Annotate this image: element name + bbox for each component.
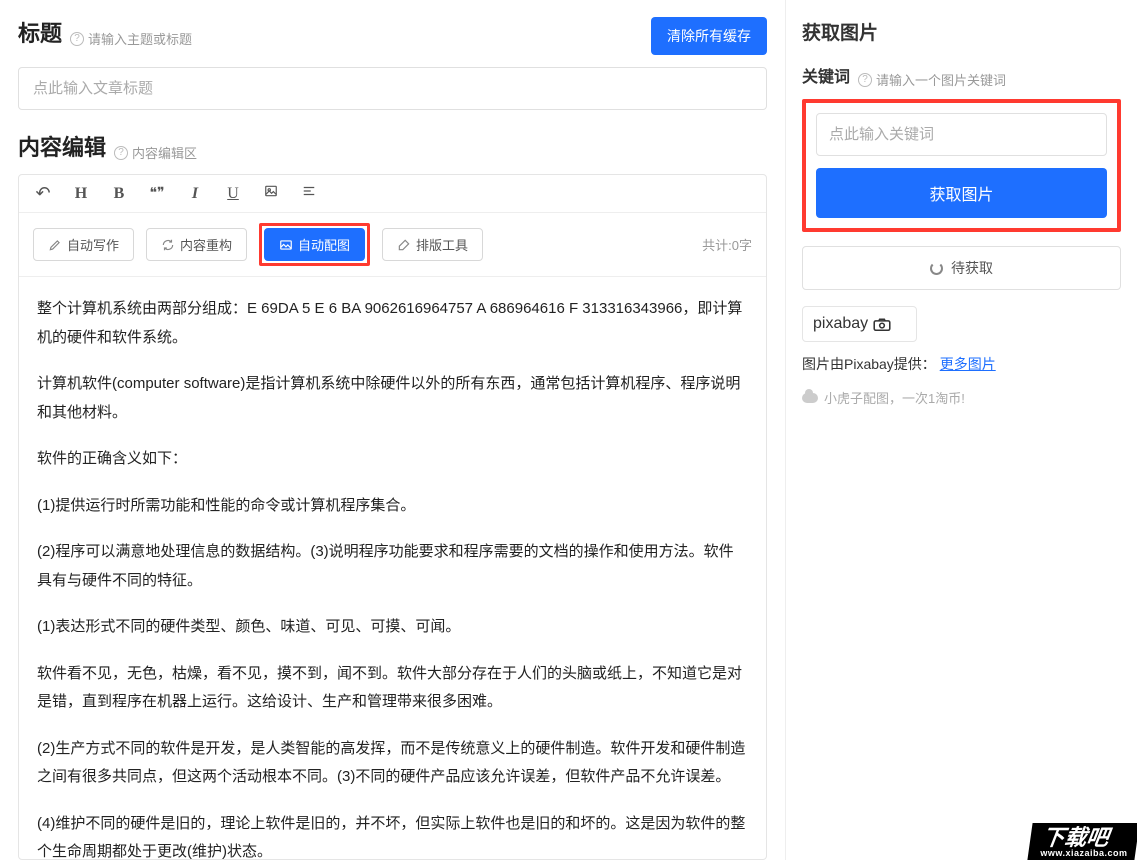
align-icon[interactable] — [299, 184, 319, 203]
keyword-highlight-box: 获取图片 — [802, 99, 1121, 232]
spinner-icon — [930, 262, 943, 275]
content-paragraph: (2)程序可以满意地处理信息的数据结构。(3)说明程序功能要求和程序需要的文档的… — [37, 538, 748, 595]
pencil-icon — [48, 238, 62, 252]
watermark: 下载吧 www.xiazaiba.com — [1027, 823, 1137, 860]
help-icon: ? — [114, 146, 128, 160]
layout-tools-label: 排版工具 — [416, 235, 468, 254]
watermark-sub: www.xiazaiba.com — [1040, 849, 1127, 858]
image-plus-icon — [279, 238, 293, 252]
content-paragraph: 软件的正确含义如下： — [37, 445, 748, 474]
image-credit: 图片由Pixabay提供： 更多图片 — [802, 354, 1121, 374]
content-restructure-label: 内容重构 — [180, 235, 232, 254]
keyword-heading: 关键词 — [802, 63, 850, 87]
title-hint-text: 请输入主题或标题 — [88, 29, 192, 48]
right-heading: 获取图片 — [802, 18, 1121, 45]
content-hint: ? 内容编辑区 — [114, 143, 197, 162]
auto-image-highlight: 自动配图 — [259, 223, 370, 266]
undo-icon[interactable]: ↶ — [33, 183, 53, 204]
content-hint-text: 内容编辑区 — [132, 143, 197, 162]
camera-icon — [872, 317, 892, 331]
auto-write-button[interactable]: 自动写作 — [33, 228, 134, 261]
layout-tools-button[interactable]: 排版工具 — [382, 228, 483, 261]
content-heading: 内容编辑 — [18, 130, 106, 162]
quote-button[interactable]: ❝❞ — [147, 185, 167, 202]
help-icon: ? — [858, 73, 872, 87]
content-paragraph: (2)生产方式不同的软件是开发，是人类智能的高发挥，而不是传统意义上的硬件制造。… — [37, 735, 748, 792]
keyword-hint-text: 请输入一个图片关键词 — [876, 70, 1006, 89]
image-icon[interactable] — [261, 184, 281, 203]
refresh-icon — [161, 238, 175, 252]
pending-label: 待获取 — [951, 258, 993, 278]
clear-cache-button[interactable]: 清除所有缓存 — [651, 17, 767, 55]
footer-note-text: 小虎子配图，一次1淘币! — [824, 388, 965, 407]
format-toolbar: ↶ H B ❝❞ I U — [19, 175, 766, 213]
auto-image-button[interactable]: 自动配图 — [264, 228, 365, 261]
content-paragraph: 整个计算机系统由两部分组成：E 69DA 5 E 6 BA 9062616964… — [37, 295, 748, 352]
underline-button[interactable]: U — [223, 185, 243, 203]
auto-write-label: 自动写作 — [67, 235, 119, 254]
keyword-heading-row: 关键词 ? 请输入一个图片关键词 — [802, 63, 1121, 89]
header-format-button[interactable]: H — [71, 185, 91, 203]
watermark-main: 下载吧 — [1041, 825, 1111, 850]
word-count: 共计:0字 — [702, 235, 752, 254]
cloud-icon — [802, 393, 818, 403]
editor-panel: ↶ H B ❝❞ I U 自动写作 内容重构 — [18, 174, 767, 860]
action-toolbar: 自动写作 内容重构 自动配图 排版工具 共计:0字 — [19, 213, 766, 277]
title-input[interactable] — [18, 67, 767, 110]
content-paragraph: (4)维护不同的硬件是旧的，理论上软件是旧的，并不坏，但实际上软件也是旧的和坏的… — [37, 810, 748, 860]
tools-icon — [397, 238, 411, 252]
main-panel: 标题 ? 请输入主题或标题 清除所有缓存 内容编辑 ? 内容编辑区 ↶ H B … — [0, 0, 785, 860]
keyword-hint: ? 请输入一个图片关键词 — [858, 70, 1006, 89]
content-heading-row: 内容编辑 ? 内容编辑区 — [18, 130, 767, 162]
auto-image-label: 自动配图 — [298, 235, 350, 254]
content-paragraph: 软件看不见，无色，枯燥，看不见，摸不到，闻不到。软件大部分存在于人们的头脑或纸上… — [37, 660, 748, 717]
title-hint: ? 请输入主题或标题 — [70, 29, 192, 48]
credit-prefix: 图片由Pixabay提供： — [802, 356, 936, 372]
content-restructure-button[interactable]: 内容重构 — [146, 228, 247, 261]
fetch-image-button[interactable]: 获取图片 — [816, 168, 1107, 218]
right-panel: 获取图片 关键词 ? 请输入一个图片关键词 获取图片 待获取 pixabay 图… — [785, 0, 1137, 860]
bold-button[interactable]: B — [109, 185, 129, 203]
keyword-input[interactable] — [816, 113, 1107, 156]
title-heading: 标题 — [18, 16, 62, 48]
help-icon: ? — [70, 32, 84, 46]
title-heading-row: 标题 ? 请输入主题或标题 清除所有缓存 — [18, 16, 767, 55]
pixabay-badge: pixabay — [802, 306, 917, 342]
editor-content[interactable]: 整个计算机系统由两部分组成：E 69DA 5 E 6 BA 9062616964… — [19, 277, 766, 859]
pixabay-text: pixabay — [813, 315, 868, 333]
content-paragraph: 计算机软件(computer software)是指计算机系统中除硬件以外的所有… — [37, 370, 748, 427]
footer-note: 小虎子配图，一次1淘币! — [802, 388, 1121, 407]
content-paragraph: (1)表达形式不同的硬件类型、颜色、味道、可见、可摸、可闻。 — [37, 613, 748, 642]
more-images-link[interactable]: 更多图片 — [940, 356, 996, 372]
content-paragraph: (1)提供运行时所需功能和性能的命令或计算机程序集合。 — [37, 492, 748, 521]
italic-button[interactable]: I — [185, 185, 205, 203]
pending-button[interactable]: 待获取 — [802, 246, 1121, 290]
